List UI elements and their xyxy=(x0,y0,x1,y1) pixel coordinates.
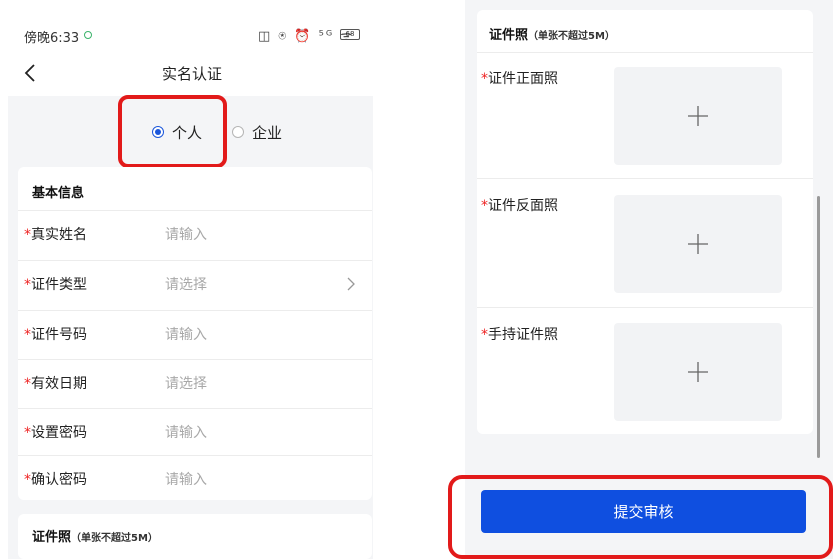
required-mark: * xyxy=(24,376,31,392)
basic-info-card: 基本信息 *真实姓名 请输入 *证件类型 请选择 *证件号码 请输入 *有效日期… xyxy=(18,167,372,500)
scrollbar[interactable] xyxy=(817,196,820,458)
certificate-size-note: （单张不超过5M） xyxy=(528,31,615,42)
certificate-card: 证件照（单张不超过5M） *证件正面照 *证件反面照 *手持证件照 xyxy=(477,10,813,434)
photo-handheld-label: *手持证件照 xyxy=(481,327,558,343)
status-indicator-icon xyxy=(84,31,92,39)
real-name-input[interactable]: 请输入 xyxy=(165,224,207,244)
basic-info-title: 基本信息 xyxy=(32,186,85,201)
certificate-title: 证件照（单张不超过5M） xyxy=(32,530,158,545)
certificate-size-note: （单张不超过5M） xyxy=(71,533,158,544)
plus-icon xyxy=(688,362,708,382)
row-divider xyxy=(18,210,372,211)
photo-front-label: *证件正面照 xyxy=(481,71,558,87)
field-valid-date[interactable]: *有效日期 请选择 xyxy=(18,359,372,407)
row-divider xyxy=(18,359,372,360)
id-type-select[interactable]: 请选择 xyxy=(165,274,207,294)
plus-icon xyxy=(688,234,708,254)
required-mark: * xyxy=(24,425,31,441)
status-time: 傍晚6:33 xyxy=(24,31,80,46)
field-id-number[interactable]: *证件号码 请输入 xyxy=(18,310,372,358)
set-password-input[interactable]: 请输入 xyxy=(165,422,207,442)
section-divider xyxy=(477,52,813,53)
field-label: *设置密码 xyxy=(24,425,87,441)
radio-enterprise-label: 企业 xyxy=(252,123,283,142)
chevron-right-icon xyxy=(347,277,355,291)
battery-icon: 68 xyxy=(340,29,360,40)
field-label: *确认密码 xyxy=(24,472,87,488)
plus-icon xyxy=(688,106,708,126)
row-divider xyxy=(18,310,372,311)
left-screen: 傍晚6:33 ◫ ⍟ ⏰ ⁵ᴳ ᯤ 68 实名认证 个人 企业 基本信息 *真实… xyxy=(0,0,384,559)
field-real-name[interactable]: *真实姓名 请输入 xyxy=(18,210,372,258)
radio-unselected-icon xyxy=(232,126,244,138)
field-confirm-password[interactable]: *确认密码 请输入 xyxy=(18,455,372,503)
row-divider xyxy=(477,307,813,308)
page-title: 实名认证 xyxy=(161,65,222,83)
required-mark: * xyxy=(24,227,31,243)
row-divider xyxy=(477,178,813,179)
highlight-box-submit xyxy=(448,475,833,559)
field-set-password[interactable]: *设置密码 请输入 xyxy=(18,408,372,456)
field-label: *有效日期 xyxy=(24,376,87,392)
row-divider xyxy=(18,408,372,409)
row-divider xyxy=(18,455,372,456)
upload-front-button[interactable] xyxy=(614,67,782,165)
upload-back-button[interactable] xyxy=(614,195,782,293)
radio-enterprise[interactable]: 企业 xyxy=(232,120,282,144)
field-label: *真实姓名 xyxy=(24,227,87,243)
certificate-title: 证件照（单张不超过5M） xyxy=(489,28,615,43)
highlight-box-radio xyxy=(118,95,227,168)
id-number-input[interactable]: 请输入 xyxy=(165,324,207,344)
row-divider xyxy=(18,260,372,261)
upload-handheld-button[interactable] xyxy=(614,323,782,421)
required-mark: * xyxy=(24,327,31,343)
required-mark: * xyxy=(24,277,31,293)
certificate-card-partial: 证件照（单张不超过5M） xyxy=(18,514,372,559)
field-label: *证件类型 xyxy=(24,277,87,293)
photo-back-label: *证件反面照 xyxy=(481,198,558,214)
required-mark: * xyxy=(24,472,31,488)
valid-date-select[interactable]: 请选择 xyxy=(165,373,207,393)
field-label: *证件号码 xyxy=(24,327,87,343)
confirm-password-input[interactable]: 请输入 xyxy=(165,469,207,489)
field-id-type[interactable]: *证件类型 请选择 xyxy=(18,260,372,308)
